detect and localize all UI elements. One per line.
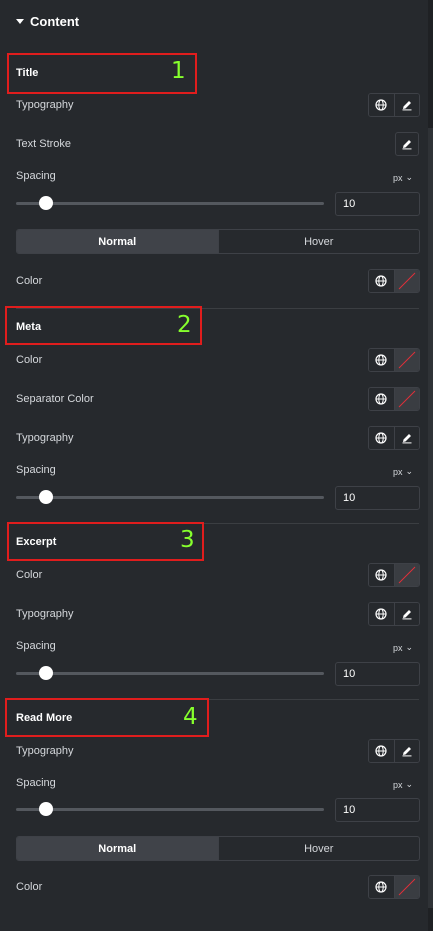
spacing-input[interactable]: 10: [335, 192, 420, 216]
label-title-spacing: Spacing: [16, 170, 56, 182]
chevron-down-icon: ⌄: [405, 642, 414, 652]
state-tabs: Normal Hover: [16, 229, 420, 254]
globe-icon[interactable]: [369, 876, 394, 898]
label-excerpt-typography: Typography: [16, 608, 74, 620]
pencil-icon[interactable]: [393, 94, 419, 116]
label-meta-color: Color: [16, 354, 43, 366]
annotation-number-4: 4: [183, 704, 198, 730]
label-meta-typography: Typography: [16, 432, 74, 444]
spacing-slider-track[interactable]: [16, 808, 324, 811]
spacing-input[interactable]: 10: [335, 662, 420, 686]
globe-icon[interactable]: [369, 603, 394, 625]
label-read-more-spacing: Spacing: [16, 777, 56, 789]
unit-selector[interactable]: px ⌄: [393, 642, 413, 653]
typography-controls: [368, 739, 420, 763]
label-excerpt-spacing: Spacing: [16, 640, 56, 652]
no-color-swatch-icon[interactable]: [393, 564, 419, 586]
label-meta-spacing: Spacing: [16, 464, 56, 476]
no-color-swatch-icon[interactable]: [393, 876, 419, 898]
color-controls: [368, 348, 420, 372]
spacing-slider-handle[interactable]: [39, 490, 53, 504]
group-title-meta: Meta: [16, 321, 42, 333]
spacing-slider-handle[interactable]: [39, 802, 53, 816]
color-controls: [368, 387, 420, 411]
globe-icon[interactable]: [369, 740, 394, 762]
no-color-swatch-icon[interactable]: [393, 270, 419, 292]
section-toggle-content[interactable]: Content: [16, 14, 79, 29]
state-tabs: Normal Hover: [16, 836, 420, 861]
tab-normal[interactable]: Normal: [17, 230, 218, 253]
pencil-icon[interactable]: [393, 603, 419, 625]
spacing-input[interactable]: 10: [335, 486, 420, 510]
pencil-icon[interactable]: [395, 132, 419, 156]
spacing-slider-track[interactable]: [16, 672, 324, 675]
typography-controls: [368, 426, 420, 450]
chevron-down-icon: ⌄: [405, 466, 414, 476]
color-controls: [368, 563, 420, 587]
typography-controls: [368, 93, 420, 117]
label-read-more-typography: Typography: [16, 745, 74, 757]
annotation-number-2: 2: [177, 312, 192, 338]
tab-hover[interactable]: Hover: [217, 230, 420, 253]
spacing-input[interactable]: 10: [335, 798, 420, 822]
chevron-down-icon: ⌄: [405, 172, 414, 182]
label-separator-color: Separator Color: [16, 393, 94, 405]
tab-normal[interactable]: Normal: [17, 837, 218, 860]
pencil-icon[interactable]: [393, 427, 419, 449]
globe-icon[interactable]: [369, 270, 394, 292]
typography-controls: [368, 602, 420, 626]
globe-icon[interactable]: [369, 388, 394, 410]
spacing-slider-track[interactable]: [16, 202, 324, 205]
globe-icon[interactable]: [369, 349, 394, 371]
group-title-read-more: Read More: [16, 712, 73, 724]
label-title-typography: Typography: [16, 99, 74, 111]
globe-icon[interactable]: [369, 427, 394, 449]
globe-icon[interactable]: [369, 564, 394, 586]
label-text-stroke: Text Stroke: [16, 138, 72, 150]
no-color-swatch-icon[interactable]: [393, 388, 419, 410]
label-title-color: Color: [16, 275, 43, 287]
spacing-slider-track[interactable]: [16, 496, 324, 499]
pencil-icon[interactable]: [393, 740, 419, 762]
unit-selector[interactable]: px ⌄: [393, 466, 413, 477]
color-controls: [368, 875, 420, 899]
unit-selector[interactable]: px ⌄: [393, 779, 413, 790]
color-controls: [368, 269, 420, 293]
annotation-number-1: 1: [171, 58, 186, 84]
scrollbar-thumb[interactable]: [428, 128, 433, 908]
group-title-title: Title: [16, 67, 39, 79]
group-title-excerpt: Excerpt: [16, 536, 57, 548]
annotation-number-3: 3: [180, 527, 195, 553]
globe-icon[interactable]: [369, 94, 394, 116]
caret-down-icon: [16, 19, 24, 24]
section-title: Content: [30, 14, 80, 29]
chevron-down-icon: ⌄: [405, 779, 414, 789]
spacing-slider-handle[interactable]: [39, 196, 53, 210]
tab-hover[interactable]: Hover: [217, 837, 420, 860]
no-color-swatch-icon[interactable]: [393, 349, 419, 371]
label-excerpt-color: Color: [16, 569, 43, 581]
label-read-more-color: Color: [16, 881, 43, 893]
unit-selector[interactable]: px ⌄: [393, 172, 413, 183]
spacing-slider-handle[interactable]: [39, 666, 53, 680]
